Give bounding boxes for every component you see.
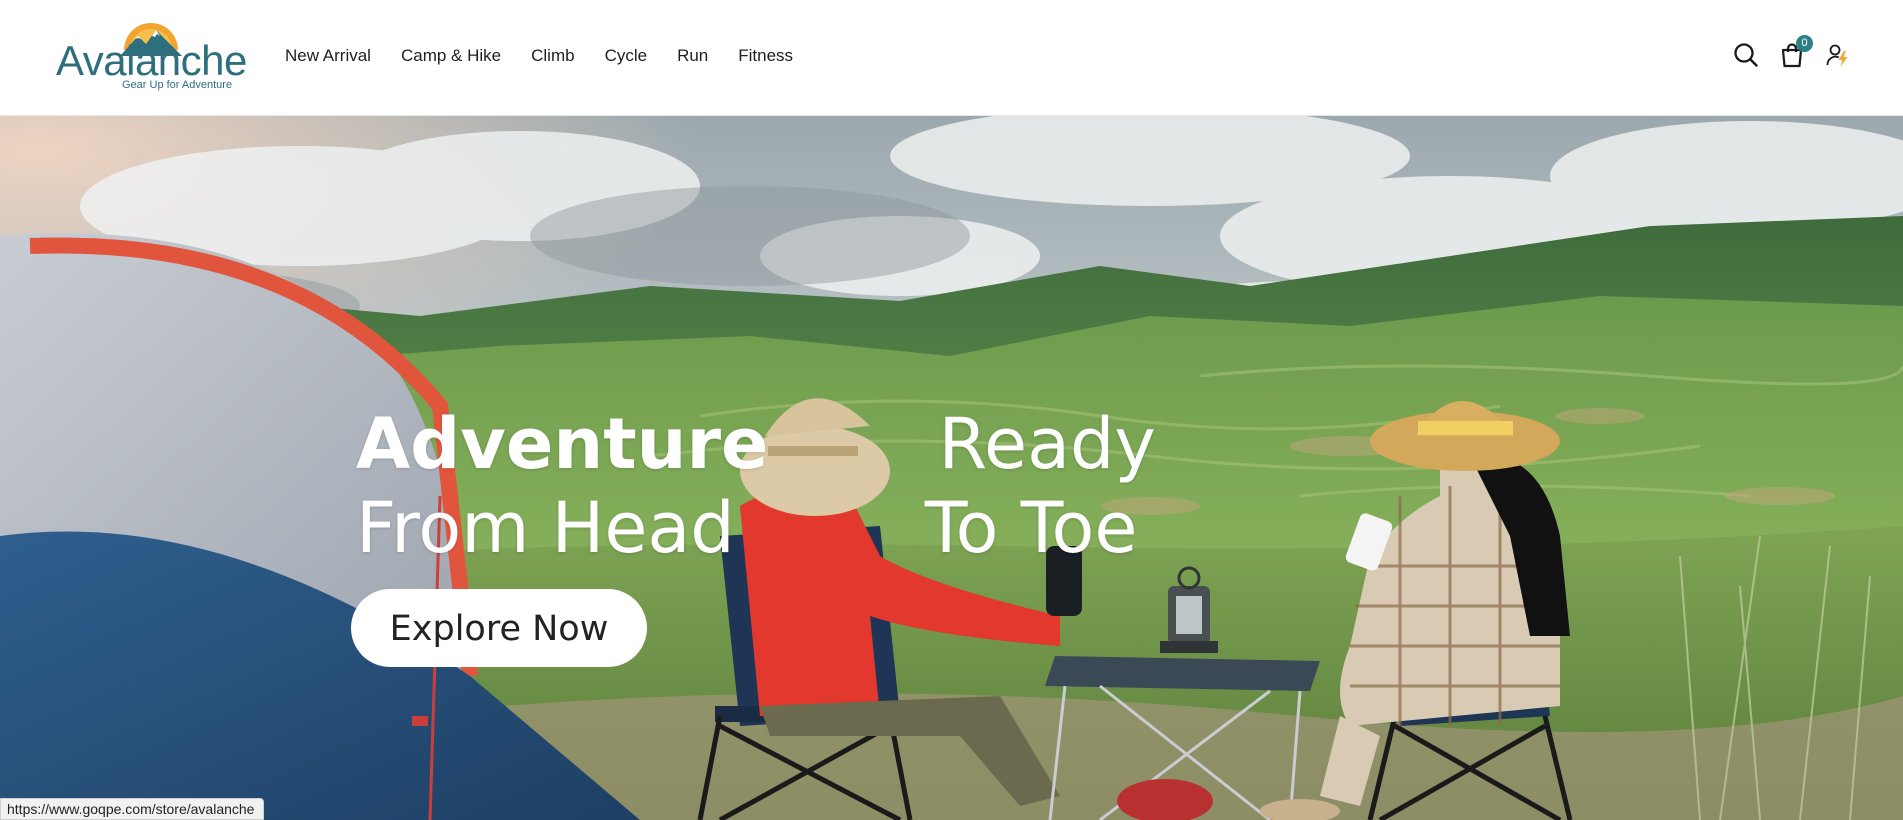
explore-now-button[interactable]: Explore Now: [351, 589, 647, 667]
site-header: Avalanche Gear Up for Adventure New Arri…: [0, 0, 1903, 116]
account-button[interactable]: [1825, 42, 1851, 68]
hero-headline-word-from-head: From Head: [356, 487, 735, 569]
nav-item-climb[interactable]: Climb: [531, 46, 574, 66]
main-nav: New Arrival Camp & Hike Climb Cycle Run …: [285, 46, 823, 66]
cart-count-badge: 0: [1796, 35, 1813, 52]
nav-item-fitness[interactable]: Fitness: [738, 46, 793, 66]
brand-logo[interactable]: Avalanche Gear Up for Adventure: [56, 22, 247, 94]
hero-banner: Adventure Ready From Head To Toe Explore N…: [0, 116, 1903, 820]
hero-headline-word-to-toe: To Toe: [924, 487, 1138, 569]
header-actions: 0: [1733, 35, 1851, 68]
nav-item-camp-hike[interactable]: Camp & Hike: [401, 46, 501, 66]
hero-headline-line2: From Head To Toe: [356, 486, 1556, 570]
nav-item-new-arrival[interactable]: New Arrival: [285, 46, 371, 66]
brand-name: Avalanche: [56, 37, 247, 84]
brand-tagline: Gear Up for Adventure: [122, 79, 233, 91]
hero-headline-line1: Adventure Ready: [356, 402, 1556, 486]
user-lightning-icon: [1826, 44, 1848, 67]
nav-item-run[interactable]: Run: [677, 46, 708, 66]
hero-headline-word-ready: Ready: [938, 403, 1156, 485]
hero-headline: Adventure Ready From Head To Toe: [356, 402, 1556, 570]
cart-button[interactable]: 0: [1779, 35, 1813, 68]
search-button[interactable]: [1733, 42, 1759, 68]
hero-headline-word-adventure: Adventure: [356, 403, 769, 485]
search-icon: [1734, 43, 1758, 67]
nav-item-cycle[interactable]: Cycle: [605, 46, 648, 66]
status-bar-url: https://www.goqpe.com/store/avalanche: [0, 798, 265, 820]
